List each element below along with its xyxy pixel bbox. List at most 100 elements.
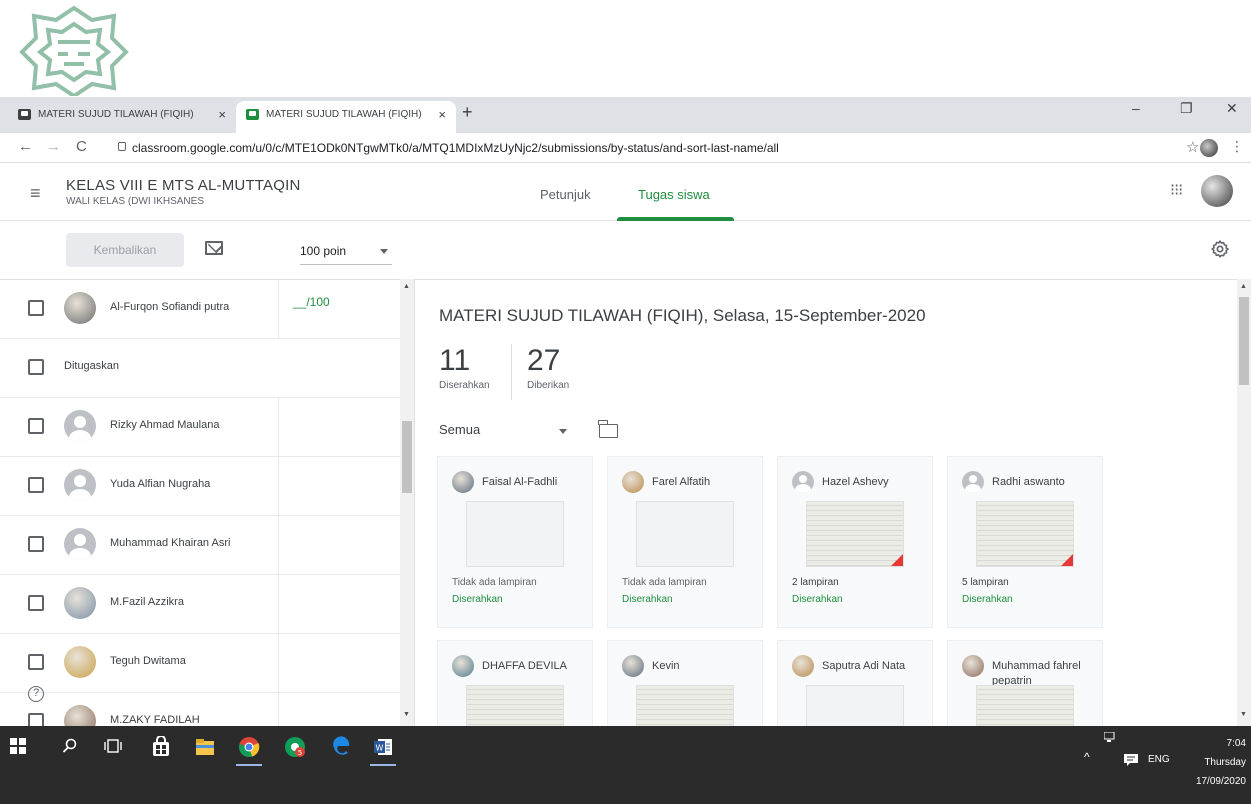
attachment-thumbnail[interactable]	[976, 501, 1074, 567]
grade-input[interactable]: __/100	[293, 295, 330, 309]
show-hidden-icons-icon[interactable]: ^	[1084, 750, 1090, 764]
reload-icon[interactable]: C	[76, 138, 87, 155]
address-bar-row: ← → C classroom.google.com/u/0/c/MTE1ODk…	[0, 133, 1251, 163]
browser-tab-label: MATERI SUJUD TILAWAH (FIQIH)	[38, 109, 194, 120]
submission-card[interactable]: Radhi aswanto 5 lampiran Diserahkan	[947, 456, 1103, 628]
student-row[interactable]: M.Fazil Azzikra	[0, 575, 400, 634]
overview-scrollbar[interactable]: ▲ ▼	[1237, 279, 1251, 726]
url-input[interactable]: classroom.google.com/u/0/c/MTE1ODk0NTgwM…	[132, 141, 779, 155]
submission-card[interactable]: Hazel Ashevy 2 lampiran Diserahkan	[777, 456, 933, 628]
submission-card[interactable]: Farel Alfatih Tidak ada lampiran Diserahka…	[607, 456, 763, 628]
chrome-icon[interactable]	[238, 736, 260, 758]
folder-icon[interactable]	[598, 420, 618, 438]
submitted-count: 11	[439, 344, 471, 377]
grading-toolbar: Kembalikan 100 poin	[0, 221, 1251, 279]
close-tab-icon[interactable]: ×	[438, 101, 446, 129]
scroll-down-icon[interactable]: ▼	[403, 711, 410, 718]
institution-logo-icon	[19, 5, 129, 96]
student-row[interactable]: Yuda Alfian Nugraha	[0, 457, 400, 516]
attachment-thumbnail[interactable]	[806, 501, 904, 567]
restore-icon[interactable]: ❐	[1180, 100, 1193, 117]
select-checkbox[interactable]	[28, 595, 44, 611]
student-row[interactable]: Al-Furqon Sofiandi putra __/100	[0, 280, 400, 339]
points-value: 100 poin	[300, 244, 347, 258]
submission-card[interactable]: Faisal Al-Fadhli Tidak ada lampiran Disera…	[437, 456, 593, 628]
grade-cell[interactable]	[278, 457, 400, 516]
points-select[interactable]: 100 poin	[300, 239, 392, 265]
email-icon[interactable]	[205, 241, 223, 255]
attachment-thumbnail[interactable]	[636, 501, 734, 567]
return-button[interactable]: Kembalikan	[66, 233, 184, 267]
select-checkbox[interactable]	[28, 300, 44, 316]
grade-cell[interactable]: __/100	[278, 280, 400, 339]
tab-student-work[interactable]: Tugas siswa	[638, 187, 710, 202]
student-avatar	[64, 528, 96, 560]
scrollbar-thumb[interactable]	[402, 421, 412, 493]
select-checkbox[interactable]	[28, 477, 44, 493]
help-icon[interactable]: ?	[28, 686, 44, 702]
attachment-thumbnail[interactable]	[466, 501, 564, 567]
chrome-active-indicator	[236, 764, 262, 766]
student-list-scrollbar[interactable]: ▲ ▼	[400, 279, 414, 726]
select-checkbox[interactable]	[28, 654, 44, 670]
notifications-icon[interactable]	[1124, 754, 1138, 766]
grade-cell[interactable]	[278, 634, 400, 693]
windows-start-icon[interactable]	[10, 738, 26, 754]
store-icon[interactable]	[150, 736, 172, 758]
gear-icon[interactable]	[1210, 239, 1230, 259]
word-icon[interactable]: W	[372, 736, 394, 758]
student-avatar	[64, 469, 96, 501]
student-row[interactable]: Rizky Ahmad Maulana	[0, 398, 400, 457]
watermark-band	[0, 0, 1251, 97]
file-explorer-icon[interactable]	[194, 736, 216, 758]
student-name: Rizky Ahmad Maulana	[110, 419, 220, 431]
chrome-profile-icon[interactable]: 5	[284, 736, 306, 758]
student-row[interactable]: Teguh Dwitama	[0, 634, 400, 693]
scroll-up-icon[interactable]: ▲	[1240, 283, 1247, 290]
select-checkbox[interactable]	[28, 418, 44, 434]
attachment-count: 5 lampiran	[962, 577, 1009, 588]
grade-cell[interactable]	[278, 575, 400, 634]
close-window-icon[interactable]: ✕	[1226, 100, 1238, 117]
close-tab-icon[interactable]: ×	[218, 101, 226, 129]
system-clock[interactable]: 7:04 Thursday 17/09/2020	[1180, 734, 1246, 791]
svg-text:W: W	[376, 744, 384, 753]
minimize-icon[interactable]: –	[1132, 100, 1140, 116]
browser-profile-avatar[interactable]	[1200, 139, 1218, 157]
card-student-name: DHAFFA DEVILA	[482, 660, 567, 672]
edge-icon[interactable]	[330, 736, 352, 758]
browser-menu-icon[interactable]: ⋮	[1230, 138, 1244, 155]
language-indicator[interactable]: ENG	[1148, 754, 1170, 765]
student-row[interactable]: Muhammad Khairan Asri	[0, 516, 400, 575]
student-avatar	[64, 292, 96, 324]
scrollbar-thumb[interactable]	[1239, 297, 1249, 385]
submitted-stat[interactable]: 11 Diserahkan	[439, 344, 490, 391]
task-view-icon[interactable]	[104, 738, 122, 754]
google-apps-icon[interactable]: ⁝⁝⁝	[1170, 180, 1183, 200]
network-icon[interactable]	[1104, 732, 1116, 742]
card-student-name: Radhi aswanto	[992, 476, 1065, 488]
search-icon[interactable]	[62, 738, 78, 754]
forward-icon[interactable]: →	[46, 138, 61, 155]
assignment-overview: MATERI SUJUD TILAWAH (FIQIH), Selasa, 15…	[414, 279, 1251, 804]
hamburger-menu-icon[interactable]: ≡	[30, 183, 41, 204]
back-icon[interactable]: ←	[18, 138, 33, 155]
status-filter-select[interactable]: Semua	[439, 422, 567, 437]
attachment-count: Tidak ada lampiran	[452, 577, 537, 588]
grade-cell[interactable]	[278, 398, 400, 457]
tab-instructions[interactable]: Petunjuk	[540, 187, 591, 202]
select-checkbox[interactable]	[28, 359, 44, 375]
account-avatar[interactable]	[1201, 175, 1233, 207]
grade-cell[interactable]	[278, 516, 400, 575]
browser-tab-1[interactable]: MATERI SUJUD TILAWAH (FIQIH) ×	[8, 101, 236, 133]
bookmark-star-icon[interactable]: ☆	[1186, 138, 1199, 156]
scroll-up-icon[interactable]: ▲	[403, 283, 410, 290]
browser-tab-2-active[interactable]: MATERI SUJUD TILAWAH (FIQIH) ×	[236, 101, 456, 133]
assigned-stat[interactable]: 27 Diberikan	[527, 344, 569, 391]
assigned-label: Diberikan	[527, 380, 570, 391]
status-group-header[interactable]: Ditugaskan	[0, 339, 400, 398]
course-title[interactable]: KELAS VIII E MTS AL-MUTTAQIN	[66, 177, 301, 194]
scroll-down-icon[interactable]: ▼	[1240, 711, 1247, 718]
new-tab-button[interactable]: +	[462, 102, 473, 123]
select-checkbox[interactable]	[28, 536, 44, 552]
